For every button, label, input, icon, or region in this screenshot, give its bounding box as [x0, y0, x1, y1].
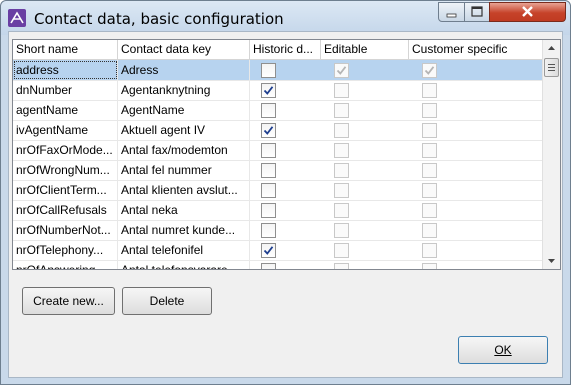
minimize-icon [446, 13, 457, 18]
customer-specific-checkbox[interactable] [422, 123, 437, 138]
column-header-editable[interactable]: Editable [321, 40, 409, 59]
cell-short-name[interactable]: dnNumber [13, 80, 118, 100]
cell-short-name[interactable]: nrOfNumberNot... [13, 220, 118, 240]
table-row[interactable]: nrOfClientTerm... Antal klienten avslut..… [13, 180, 543, 201]
editable-checkbox[interactable] [334, 123, 349, 138]
cell-short-name[interactable]: nrOfCallRefusals [13, 200, 118, 220]
cell-short-name[interactable]: ivAgentName [13, 120, 118, 140]
column-header-contact-data-key[interactable]: Contact data key [118, 40, 250, 59]
table-row[interactable]: agentName AgentName [13, 100, 543, 121]
historic-checkbox[interactable] [261, 63, 276, 78]
editable-checkbox[interactable] [334, 223, 349, 238]
vertical-scrollbar[interactable] [542, 40, 560, 269]
dialog-window: Contact data, basic configuration Short … [0, 0, 571, 385]
scroll-down-button[interactable] [543, 252, 560, 269]
cell-short-name[interactable]: nrOfFaxOrMode... [13, 140, 118, 160]
cell-contact-data-key[interactable]: Antal fel nummer [118, 160, 250, 180]
historic-checkbox[interactable] [261, 123, 276, 138]
scroll-thumb[interactable] [544, 58, 559, 77]
window-title: Contact data, basic configuration [34, 10, 284, 28]
cell-contact-data-key[interactable]: AgentName [118, 100, 250, 120]
cell-contact-data-key[interactable]: Antal numret kunde... [118, 220, 250, 240]
editable-checkbox[interactable] [334, 143, 349, 158]
customer-specific-checkbox[interactable] [422, 163, 437, 178]
customer-specific-checkbox[interactable] [422, 223, 437, 238]
customer-specific-checkbox[interactable] [422, 203, 437, 218]
historic-checkbox[interactable] [261, 163, 276, 178]
editable-checkbox[interactable] [334, 243, 349, 258]
customer-specific-checkbox[interactable] [422, 103, 437, 118]
scroll-up-button[interactable] [543, 40, 560, 57]
editable-checkbox[interactable] [334, 203, 349, 218]
historic-checkbox[interactable] [261, 263, 276, 269]
customer-specific-checkbox[interactable] [422, 183, 437, 198]
chevron-down-icon [548, 259, 555, 263]
cell-short-name[interactable]: agentName [13, 100, 118, 120]
table-row[interactable]: nrOfAnswering... Antal telefonsvarare [13, 260, 543, 269]
close-button[interactable] [489, 2, 566, 22]
table-row[interactable]: nrOfFaxOrMode... Antal fax/modemton [13, 140, 543, 161]
column-header-short-name[interactable]: Short name [13, 40, 118, 59]
editable-checkbox[interactable] [334, 83, 349, 98]
customer-specific-checkbox[interactable] [422, 63, 437, 78]
maximize-button[interactable] [464, 2, 490, 22]
table-row[interactable]: address Adress [13, 60, 543, 81]
table-row[interactable]: nrOfWrongNum... Antal fel nummer [13, 160, 543, 181]
table-header: Short name Contact data key Historic d..… [13, 40, 543, 60]
column-header-historic[interactable]: Historic d... [250, 40, 321, 59]
ok-button[interactable]: OK [458, 336, 548, 364]
editable-checkbox[interactable] [334, 103, 349, 118]
cell-contact-data-key[interactable]: Antal fax/modemton [118, 140, 250, 160]
editable-checkbox[interactable] [334, 263, 349, 269]
cell-contact-data-key[interactable]: Adress [118, 60, 250, 80]
cell-contact-data-key[interactable]: Agentanknytning [118, 80, 250, 100]
ok-button-label: OK [494, 343, 512, 357]
title-bar[interactable]: Contact data, basic configuration [1, 1, 570, 35]
create-new-button[interactable]: Create new... [22, 287, 115, 315]
cell-short-name[interactable]: nrOfAnswering... [13, 260, 118, 269]
customer-specific-checkbox[interactable] [422, 263, 437, 269]
app-logo-icon [8, 9, 26, 27]
cell-short-name[interactable]: address [13, 60, 118, 80]
column-header-customer-specific[interactable]: Customer specific [409, 40, 543, 59]
historic-checkbox[interactable] [261, 83, 276, 98]
cell-contact-data-key[interactable]: Antal klienten avslut... [118, 180, 250, 200]
cell-contact-data-key[interactable]: Antal telefonsvarare [118, 260, 250, 269]
close-icon [522, 6, 533, 17]
cell-contact-data-key[interactable]: Antal neka [118, 200, 250, 220]
table-row[interactable]: nrOfCallRefusals Antal neka [13, 200, 543, 221]
contact-data-table: Short name Contact data key Historic d..… [12, 39, 561, 270]
editable-checkbox[interactable] [334, 183, 349, 198]
historic-checkbox[interactable] [261, 243, 276, 258]
maximize-icon [471, 6, 483, 17]
cell-short-name[interactable]: nrOfWrongNum... [13, 160, 118, 180]
cell-contact-data-key[interactable]: Antal telefonifel [118, 240, 250, 260]
historic-checkbox[interactable] [261, 203, 276, 218]
customer-specific-checkbox[interactable] [422, 143, 437, 158]
historic-checkbox[interactable] [261, 103, 276, 118]
customer-specific-checkbox[interactable] [422, 243, 437, 258]
delete-button[interactable]: Delete [122, 287, 212, 315]
editable-checkbox[interactable] [334, 163, 349, 178]
cell-short-name[interactable]: nrOfTelephony... [13, 240, 118, 260]
historic-checkbox[interactable] [261, 183, 276, 198]
chevron-up-icon [548, 46, 555, 50]
minimize-button[interactable] [438, 2, 465, 22]
table-row[interactable]: nrOfNumberNot... Antal numret kunde... [13, 220, 543, 241]
editable-checkbox[interactable] [334, 63, 349, 78]
cell-short-name[interactable]: nrOfClientTerm... [13, 180, 118, 200]
customer-specific-checkbox[interactable] [422, 83, 437, 98]
historic-checkbox[interactable] [261, 143, 276, 158]
cell-contact-data-key[interactable]: Aktuell agent IV [118, 120, 250, 140]
table-row[interactable]: dnNumber Agentanknytning [13, 80, 543, 101]
dialog-content: Short name Contact data key Historic d..… [8, 31, 563, 378]
table-row[interactable]: ivAgentName Aktuell agent IV [13, 120, 543, 141]
table-row[interactable]: nrOfTelephony... Antal telefonifel [13, 240, 543, 261]
historic-checkbox[interactable] [261, 223, 276, 238]
